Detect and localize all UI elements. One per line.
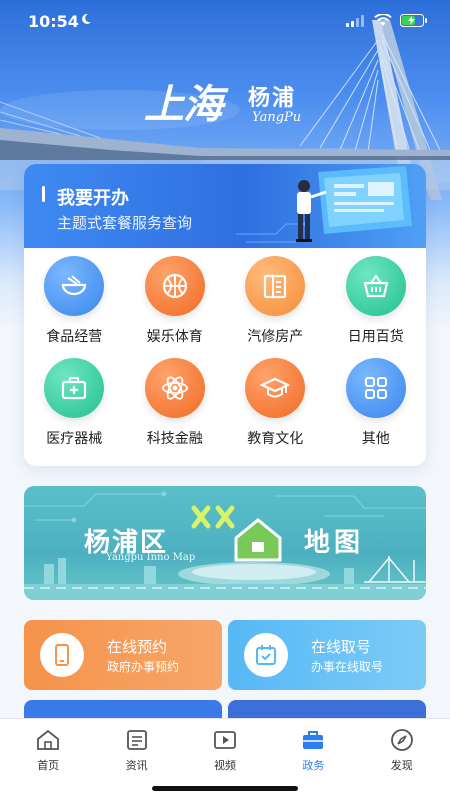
logo-name: 杨浦 [248, 86, 297, 111]
video-icon [214, 731, 236, 749]
wifi-icon [374, 14, 392, 26]
home-icon [37, 729, 60, 750]
atom-icon [161, 376, 188, 400]
logo-name-en: YangPu [252, 110, 302, 125]
category-label: 娱乐体育 [146, 329, 203, 345]
queue-title: 在线取号 [311, 638, 372, 656]
tab-discover[interactable]: 发现 [362, 727, 442, 773]
shanghai-yangpu-logo: 上海 杨浦 YangPu [140, 72, 320, 130]
category-label: 科技金融 [146, 431, 203, 447]
medical-kit-icon [62, 377, 87, 400]
shopping-basket-icon [363, 274, 389, 298]
map-title-right: 地图 [304, 528, 365, 558]
business-person-illustration [236, 166, 412, 243]
home-indicator[interactable] [152, 786, 298, 791]
compass-icon [390, 729, 413, 751]
category-tech-finance[interactable]: 科技金融 [125, 358, 226, 447]
building-icon [264, 274, 287, 299]
category-food[interactable]: 食品经营 [24, 256, 125, 345]
category-entertainment[interactable]: 娱乐体育 [125, 256, 226, 345]
category-auto-realestate[interactable]: 汽修房产 [225, 256, 326, 345]
cellular-signal-icon [346, 14, 364, 27]
map-subtitle-en: Yangpu Inno Map [106, 552, 196, 563]
start-business-banner[interactable]: 我要开办 主题式套餐服务查询 [24, 164, 426, 248]
tab-video[interactable]: 视频 [185, 727, 265, 773]
online-appointment-button[interactable]: 在线预约 政府办事预约 [24, 620, 222, 690]
tab-label: 资讯 [125, 759, 148, 772]
category-label: 医疗器械 [46, 431, 103, 447]
calendar-check-icon [256, 645, 276, 665]
battery-charging-icon [400, 14, 427, 27]
online-queue-ticket-button[interactable]: 在线取号 办事在线取号 [228, 620, 426, 690]
category-education[interactable]: 教育文化 [225, 358, 326, 447]
banner-title: 我要开办 [57, 188, 129, 209]
banner-accent-bar [42, 186, 45, 202]
tab-home[interactable]: 首页 [8, 727, 88, 773]
tab-label: 视频 [213, 759, 236, 772]
basketball-icon [162, 273, 187, 299]
category-label: 汽修房产 [247, 329, 304, 345]
phone-device-icon [55, 644, 69, 666]
category-label: 日用百货 [347, 329, 404, 345]
tab-label: 发现 [390, 759, 413, 772]
category-daily-goods[interactable]: 日用百货 [326, 256, 427, 345]
tab-news[interactable]: 资讯 [97, 727, 177, 773]
category-label: 食品经营 [46, 329, 103, 345]
graduation-cap-icon [260, 377, 291, 398]
yangpu-map-banner[interactable]: 杨浦区 地图 Yangpu Inno Map [24, 486, 426, 600]
appointment-subtitle: 政府办事预约 [107, 660, 180, 674]
banner-subtitle: 主题式套餐服务查询 [57, 214, 193, 232]
tab-label: 首页 [37, 759, 60, 772]
tab-government[interactable]: 政务 [273, 727, 353, 773]
status-indicators [346, 14, 428, 27]
appointment-title: 在线预约 [107, 638, 168, 656]
tab-label: 政务 [302, 759, 325, 772]
logo-calligraphy: 上海 [144, 81, 223, 128]
service-category-grid: 食品经营 娱乐体育 汽修房产 日用百货 医疗器械 科技金融 教育文化 其他 [24, 256, 427, 447]
news-icon [126, 730, 147, 750]
queue-subtitle: 办事在线取号 [311, 660, 384, 674]
status-time: 10:54 [28, 12, 79, 31]
category-medical[interactable]: 医疗器械 [24, 358, 125, 447]
category-other[interactable]: 其他 [326, 358, 427, 447]
status-bar: 10:54 [0, 0, 450, 44]
briefcase-icon [303, 731, 324, 749]
category-label: 其他 [361, 431, 390, 447]
service-card: 我要开办 主题式套餐服务查询 食品经营 娱乐体育 汽修房产 日用百货 医疗器械 … [24, 164, 426, 466]
food-bowl-icon [62, 275, 87, 296]
grid-apps-icon [364, 377, 387, 399]
category-label: 教育文化 [247, 431, 304, 447]
moon-icon [82, 13, 91, 24]
